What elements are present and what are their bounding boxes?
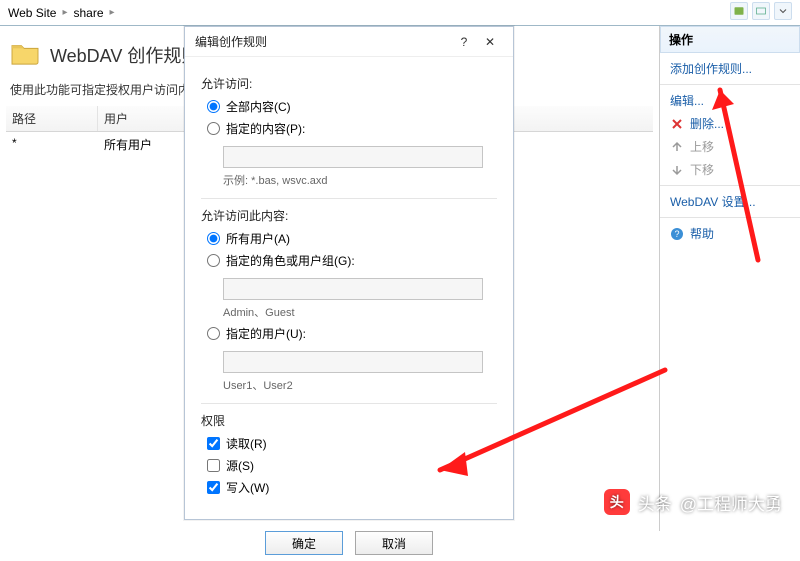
group-access: 允许访问: 全部内容(C) 指定的内容(P): 示例: *.bas, wsvc.… <box>201 75 497 199</box>
cancel-button[interactable]: 取消 <box>355 531 433 555</box>
th-path[interactable]: 路径 <box>6 106 98 131</box>
folder-icon <box>10 40 40 69</box>
action-settings[interactable]: WebDAV 设置... <box>660 190 800 213</box>
action-move-down: 下移 <box>660 158 800 181</box>
watermark-text: @工程师大勇 <box>680 490 782 515</box>
radio-all-users-input[interactable] <box>207 232 220 245</box>
watermark-logo: 头 <box>604 489 630 515</box>
ok-button[interactable]: 确定 <box>265 531 343 555</box>
td-path: * <box>6 132 98 157</box>
toolbar-dropdown[interactable] <box>774 2 792 20</box>
th-user[interactable]: 用户 <box>98 106 186 131</box>
action-help[interactable]: ? 帮助 <box>660 222 800 245</box>
group-users-title: 允许访问此内容: <box>201 207 497 224</box>
dialog-close-button[interactable]: ✕ <box>477 31 503 53</box>
action-edit[interactable]: 编辑... <box>660 89 800 112</box>
check-write-input[interactable] <box>207 481 220 494</box>
page-title: WebDAV 创作规则 <box>50 42 199 68</box>
group-users: 允许访问此内容: 所有用户(A) 指定的角色或用户组(G): Admin、Gue… <box>201 207 497 404</box>
help-icon: ? <box>670 227 684 241</box>
hint-spec-content: 示例: *.bas, wsvc.axd <box>223 172 497 188</box>
hint-users: User1、User2 <box>223 377 497 393</box>
delete-icon <box>670 117 684 131</box>
check-source-input[interactable] <box>207 459 220 472</box>
input-roles[interactable] <box>223 278 483 300</box>
dialog-title: 编辑创作规则 <box>195 33 267 50</box>
group-perms: 权限 读取(R) 源(S) 写入(W) <box>201 412 497 511</box>
toolbar-icon-1[interactable] <box>730 2 748 20</box>
hint-roles: Admin、Guest <box>223 304 497 320</box>
radio-spec-content[interactable]: 指定的内容(P): <box>207 120 497 137</box>
arrow-down-icon <box>670 163 684 177</box>
radio-all-users[interactable]: 所有用户(A) <box>207 230 497 247</box>
group-perms-title: 权限 <box>201 412 497 429</box>
check-read[interactable]: 读取(R) <box>207 435 497 452</box>
actions-title: 操作 <box>660 26 800 53</box>
input-users[interactable] <box>223 351 483 373</box>
radio-roles[interactable]: 指定的角色或用户组(G): <box>207 252 497 269</box>
action-move-up: 上移 <box>660 135 800 158</box>
td-user: 所有用户 <box>98 132 186 157</box>
watermark-prefix: 头条 <box>638 490 672 515</box>
watermark: 头 头条 @工程师大勇 <box>604 489 782 515</box>
toolbar-icon-2[interactable] <box>752 2 770 20</box>
action-delete[interactable]: 删除... <box>660 112 800 135</box>
group-access-title: 允许访问: <box>201 75 497 92</box>
check-source[interactable]: 源(S) <box>207 457 497 474</box>
check-write[interactable]: 写入(W) <box>207 479 497 496</box>
radio-users-input[interactable] <box>207 327 220 340</box>
svg-text:?: ? <box>674 229 679 239</box>
arrow-up-icon <box>670 140 684 154</box>
check-read-input[interactable] <box>207 437 220 450</box>
edit-rule-dialog: 编辑创作规则 ? ✕ 允许访问: 全部内容(C) 指定的内容(P): 示例: *… <box>184 26 514 520</box>
breadcrumb: Web Site ▸ share ▸ <box>0 0 800 26</box>
action-add-rule[interactable]: 添加创作规则... <box>660 57 800 80</box>
radio-spec-content-input[interactable] <box>207 122 220 135</box>
radio-all-content[interactable]: 全部内容(C) <box>207 98 497 115</box>
radio-users[interactable]: 指定的用户(U): <box>207 325 497 342</box>
breadcrumb-item[interactable]: Web Site <box>4 6 60 20</box>
dialog-help-button[interactable]: ? <box>451 31 477 53</box>
breadcrumb-sep: ▸ <box>60 7 69 18</box>
actions-panel: 操作 添加创作规则... 编辑... 删除... 上移 下移 WebDAV 设置… <box>660 26 800 531</box>
breadcrumb-sep: ▸ <box>108 7 117 18</box>
breadcrumb-item[interactable]: share <box>70 6 108 20</box>
input-spec-content[interactable] <box>223 146 483 168</box>
radio-all-content-input[interactable] <box>207 100 220 113</box>
radio-roles-input[interactable] <box>207 254 220 267</box>
